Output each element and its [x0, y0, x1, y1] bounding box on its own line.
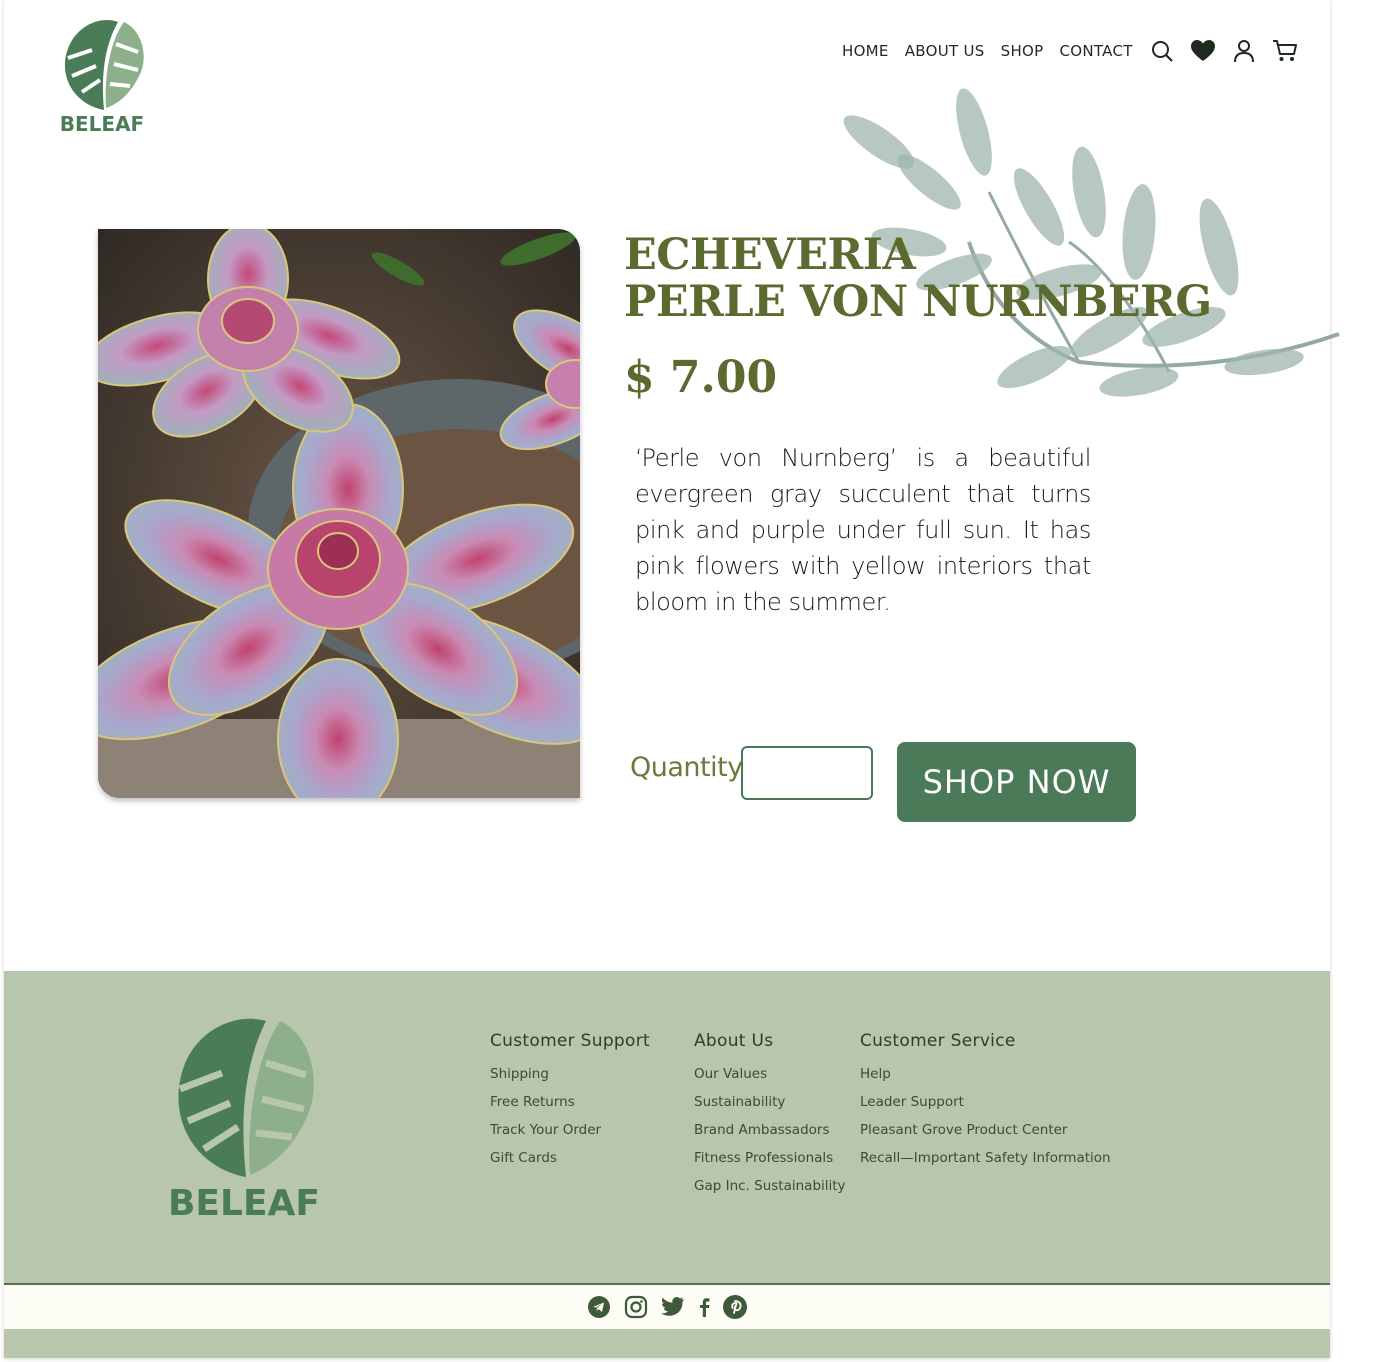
svg-text:BELEAF: BELEAF — [168, 1183, 320, 1224]
page: BELEAF HOME ABOUT US SHOP CONTACT ECHEVE… — [4, 0, 1340, 1358]
footer-link[interactable]: Track Your Order — [490, 1121, 650, 1149]
footer-link[interactable]: Pleasant Grove Product Center — [860, 1121, 1111, 1149]
user-icon[interactable] — [1231, 38, 1257, 64]
nav-home[interactable]: HOME — [842, 42, 889, 60]
footer-link[interactable]: Sustainability — [694, 1093, 846, 1121]
search-icon[interactable] — [1149, 38, 1175, 64]
svg-text:BELEAF: BELEAF — [60, 112, 144, 136]
footer: BELEAF Customer Support Shipping Free Re… — [4, 971, 1330, 1358]
cart-icon[interactable] — [1272, 38, 1298, 64]
footer-heading: About Us — [694, 1031, 774, 1051]
telegram-icon[interactable] — [586, 1294, 612, 1320]
nav-shop[interactable]: SHOP — [1001, 42, 1044, 60]
footer-link[interactable]: Brand Ambassadors — [694, 1121, 846, 1149]
nav-about-us[interactable]: ABOUT US — [905, 42, 985, 60]
product-price: $ 7.00 — [624, 352, 778, 403]
brand-logo[interactable]: BELEAF — [58, 14, 146, 136]
nav-contact[interactable]: CONTACT — [1059, 42, 1132, 60]
shop-now-button[interactable]: SHOP NOW — [897, 742, 1136, 822]
footer-column-about-us: About Us Our Values Sustainability Brand… — [694, 1031, 846, 1205]
instagram-icon[interactable] — [623, 1294, 649, 1320]
heart-icon[interactable] — [1190, 38, 1216, 64]
footer-link[interactable]: Shipping — [490, 1065, 650, 1093]
footer-link[interactable]: Gift Cards — [490, 1149, 650, 1177]
product-title-line1: ECHEVERIA — [624, 230, 916, 280]
quantity-label: Quantity — [630, 752, 743, 783]
footer-heading: Customer Service — [860, 1031, 1016, 1051]
footer-link[interactable]: Help — [860, 1065, 1111, 1093]
product-image — [98, 229, 580, 798]
footer-link[interactable]: Leader Support — [860, 1093, 1111, 1121]
quantity-input[interactable] — [741, 746, 873, 800]
pinterest-icon[interactable] — [722, 1294, 748, 1320]
footer-link[interactable]: Recall—Important Safety Information — [860, 1149, 1111, 1177]
footer-link[interactable]: Free Returns — [490, 1093, 650, 1121]
social-bar — [4, 1283, 1330, 1329]
product-description: ‘Perle von Nurnberg’ is a beautiful ever… — [635, 444, 1091, 616]
monstera-logo-icon: BELEAF — [168, 1018, 320, 1224]
twitter-icon[interactable] — [660, 1294, 686, 1320]
monstera-logo-icon: BELEAF — [60, 20, 144, 136]
footer-heading: Customer Support — [490, 1031, 650, 1051]
footer-column-customer-service: Customer Service Help Leader Support Ple… — [860, 1031, 1111, 1177]
main-nav: HOME ABOUT US SHOP CONTACT — [842, 36, 1313, 66]
facebook-icon[interactable] — [697, 1294, 711, 1320]
footer-link[interactable]: Our Values — [694, 1065, 846, 1093]
footer-brand-logo[interactable]: BELEAF — [164, 1009, 324, 1224]
footer-link[interactable]: Fitness Professionals — [694, 1149, 846, 1177]
product-title-line2: PERLE VON NURNBERG — [624, 277, 1212, 327]
product-title: ECHEVERIA PERLE VON NURNBERG — [624, 232, 1224, 326]
footer-link[interactable]: Gap Inc. Sustainability — [694, 1177, 846, 1205]
footer-column-customer-support: Customer Support Shipping Free Returns T… — [490, 1031, 650, 1177]
